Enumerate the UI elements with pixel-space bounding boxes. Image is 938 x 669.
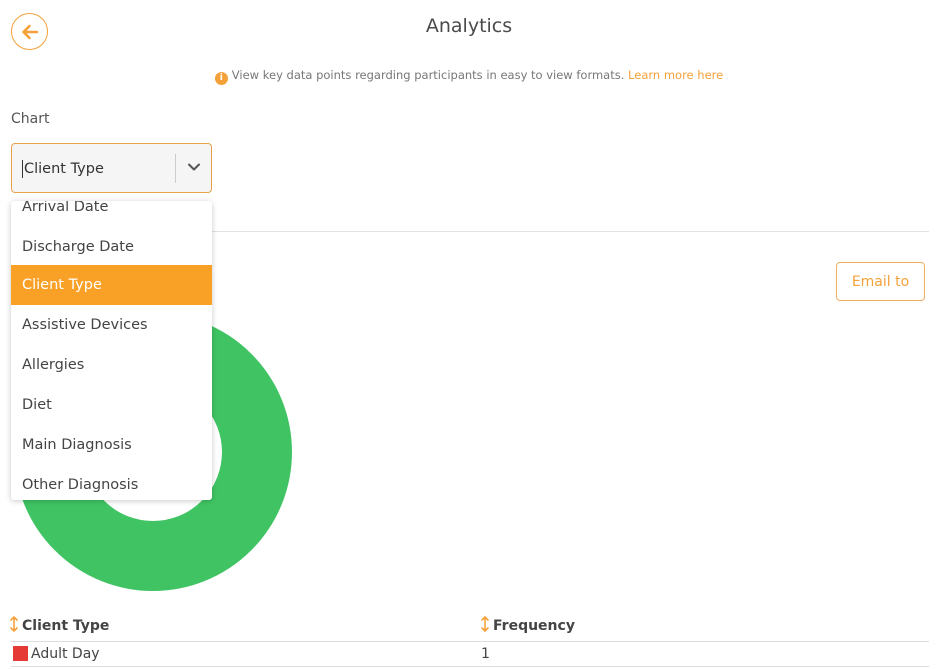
table-cell-client-type: Adult Day [31, 646, 100, 662]
sort-arrows-icon[interactable] [480, 615, 490, 633]
legend-swatch [13, 646, 28, 661]
info-banner: i View key data points regarding particip… [0, 68, 938, 85]
option-discharge-date[interactable]: Discharge Date [11, 227, 212, 267]
info-text: View key data points regarding participa… [231, 68, 625, 82]
option-client-type[interactable]: Client Type [11, 265, 212, 305]
chart-select[interactable]: Client Type [11, 143, 212, 193]
info-icon: i [214, 71, 228, 85]
option-allergies[interactable]: Allergies [11, 345, 212, 385]
chart-options-dropdown[interactable]: Arrival Date Discharge Date Client Type … [11, 201, 212, 500]
chevron-down-icon[interactable] [187, 162, 201, 172]
select-divider [175, 154, 176, 183]
option-assistive-devices[interactable]: Assistive Devices [11, 305, 212, 345]
option-arrival-date[interactable]: Arrival Date [11, 201, 212, 227]
option-main-diagnosis[interactable]: Main Diagnosis [11, 425, 212, 465]
email-to-button[interactable]: Email to [836, 262, 925, 301]
learn-more-link[interactable]: Learn more here [628, 68, 723, 82]
sort-arrows-icon[interactable] [9, 615, 19, 633]
table-header-divider [11, 641, 929, 642]
option-diet[interactable]: Diet [11, 385, 212, 425]
analytics-page: Analytics i View key data points regardin… [0, 0, 938, 669]
page-title: Analytics [425, 15, 513, 37]
table-row-divider [11, 666, 929, 667]
chart-select-value: Client Type [22, 160, 104, 178]
column-header-client-type[interactable]: Client Type [22, 618, 109, 634]
chart-select-label: Chart [11, 111, 50, 127]
table-cell-frequency: 1 [481, 646, 490, 662]
section-divider [200, 231, 929, 232]
option-other-diagnosis[interactable]: Other Diagnosis [11, 465, 212, 500]
column-header-frequency[interactable]: Frequency [493, 618, 575, 634]
